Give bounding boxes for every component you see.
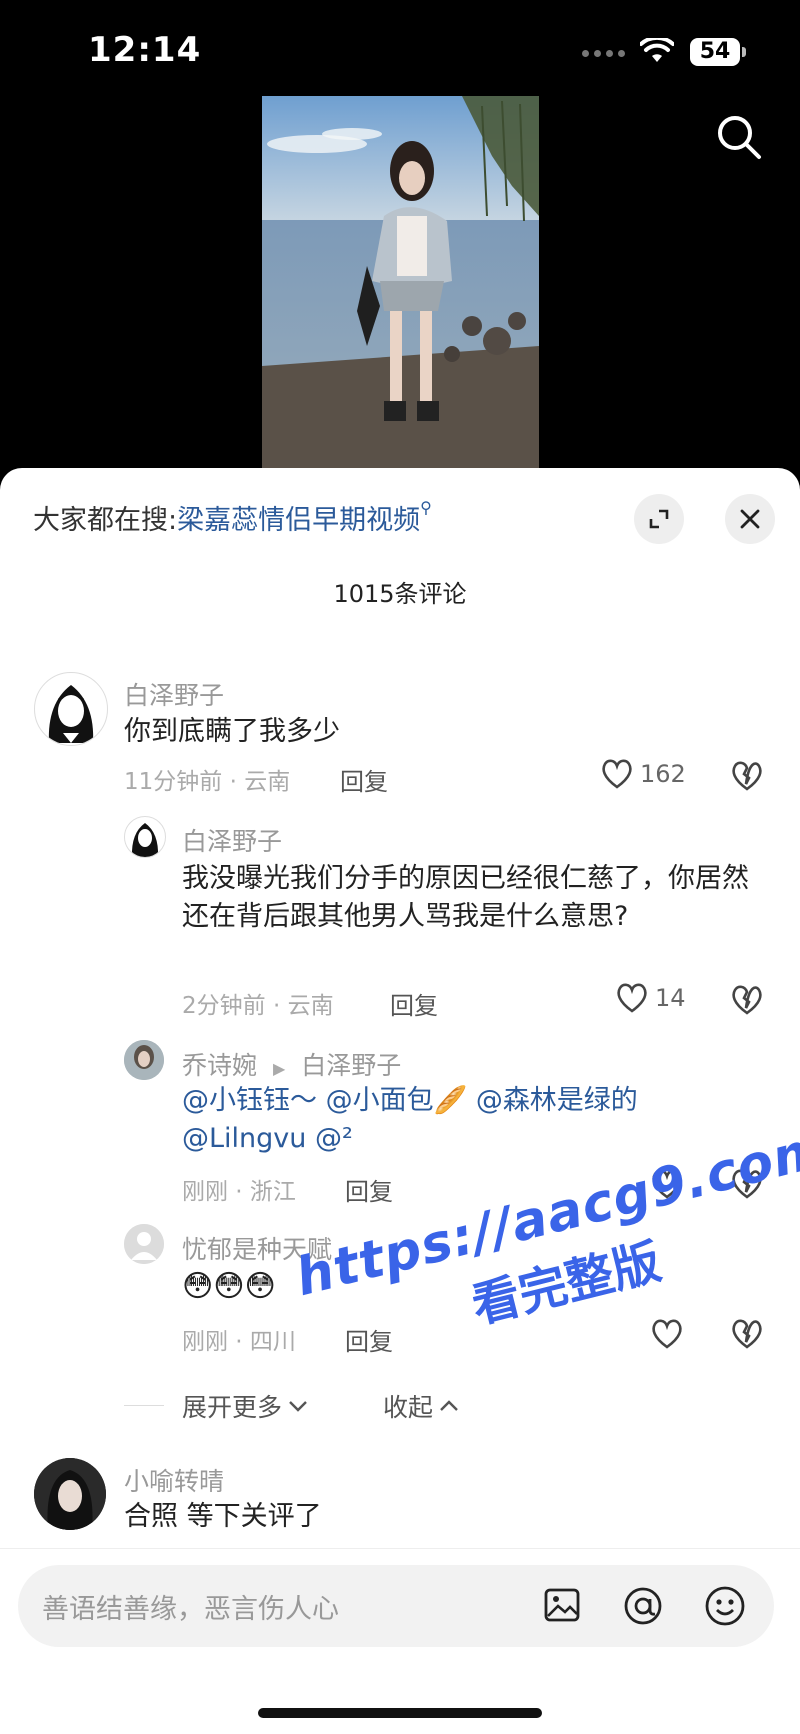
close-button[interactable]	[725, 494, 775, 544]
small-search-icon: ⚲	[420, 498, 432, 517]
expand-more-button[interactable]: 展开更多	[182, 1388, 308, 1424]
mention-link[interactable]: @小面包🥖	[326, 1085, 468, 1116]
comment-sheet: 大家都在搜:梁嘉蕊情侣早期视频⚲ 1015条评论 白泽野子 你到底瞒了我多少 1…	[0, 468, 800, 1733]
mention-link[interactable]: @小钰钰～	[182, 1085, 317, 1116]
avatar[interactable]	[124, 816, 166, 858]
emoji-icon[interactable]	[704, 1585, 746, 1627]
fullscreen-icon	[649, 509, 669, 529]
heart-icon	[617, 983, 647, 1013]
mention-icon[interactable]	[622, 1585, 664, 1627]
expand-button[interactable]	[634, 494, 684, 544]
comment-text: 我没曝光我们分手的原因已经很仁慈了，你居然还在背后跟其他男人骂我是什么意思?	[182, 863, 749, 932]
anime-avatar-image	[131, 823, 159, 857]
comment-username-row: 乔诗婉 ▶ 白泽野子	[182, 1046, 401, 1082]
default-avatar-icon	[124, 1224, 164, 1264]
avatar[interactable]	[124, 1224, 164, 1264]
photo-avatar-image	[124, 1040, 164, 1080]
status-bar: 12:14 54	[0, 0, 800, 100]
avatar[interactable]	[124, 1040, 164, 1080]
comment-input-placeholder: 善语结善缘，恶言伤人心	[42, 1594, 339, 1625]
video-player[interactable]	[262, 96, 539, 468]
reply-arrow-icon: ▶	[272, 1059, 286, 1078]
photo-avatar-image	[34, 1458, 106, 1530]
reply-button[interactable]: 回复	[390, 986, 438, 1021]
reply-button[interactable]: 回复	[345, 1172, 393, 1207]
mention-link[interactable]: @²	[315, 1123, 353, 1154]
like-count: 162	[640, 760, 686, 788]
image-icon[interactable]	[542, 1585, 582, 1625]
like-button[interactable]: 162	[600, 758, 686, 790]
collapse-button[interactable]: 收起	[383, 1388, 459, 1424]
anime-avatar-image	[48, 685, 94, 743]
heart-icon[interactable]	[650, 1168, 684, 1200]
video-frame	[262, 96, 539, 468]
trending-keyword[interactable]: 梁嘉蕊情侣早期视频	[177, 505, 420, 536]
comment-meta: 刚刚 · 四川	[182, 1329, 296, 1355]
reply-button[interactable]: 回复	[340, 762, 388, 797]
comment-username[interactable]: 小喻转晴	[124, 1462, 224, 1498]
expand-more-label: 展开更多	[182, 1393, 283, 1422]
reply-button[interactable]: 回复	[345, 1322, 393, 1357]
reply-target-username[interactable]: 白泽野子	[301, 1051, 401, 1080]
comment-text: @小钰钰～ @小面包🥖 @森林是绿的 @Lilngvu @²	[182, 1082, 762, 1158]
chevron-up-icon	[440, 1400, 458, 1411]
close-icon	[740, 509, 760, 529]
battery-icon: 54	[690, 38, 746, 66]
comment-text: 😳😳😳	[182, 1269, 276, 1304]
trending-prefix: 大家都在搜:	[33, 505, 178, 536]
home-indicator	[258, 1708, 542, 1718]
divider	[124, 1405, 164, 1406]
trending-search[interactable]: 大家都在搜:梁嘉蕊情侣早期视频⚲	[33, 498, 432, 537]
mention-link[interactable]: @森林是绿的	[476, 1085, 638, 1116]
collapse-label: 收起	[383, 1393, 434, 1422]
comment-username[interactable]: 白泽野子	[124, 676, 224, 712]
comment-meta: 11分钟前 · 云南	[124, 769, 291, 795]
comment-username[interactable]: 忧郁是种天赋	[182, 1230, 332, 1266]
comment-text: 合照 等下关评了	[124, 1501, 322, 1532]
wifi-icon	[640, 38, 674, 62]
dislike-icon[interactable]	[730, 984, 764, 1016]
search-icon[interactable]	[716, 114, 762, 160]
comment-username[interactable]: 乔诗婉	[182, 1051, 257, 1080]
signal-icon	[582, 50, 625, 57]
dislike-icon[interactable]	[730, 760, 764, 792]
heart-icon	[602, 759, 632, 789]
like-button[interactable]: 14	[615, 982, 686, 1014]
comment-meta: 2分钟前 · 云南	[182, 993, 334, 1019]
dislike-icon[interactable]	[730, 1318, 764, 1350]
comment-input[interactable]: 善语结善缘，恶言伤人心	[18, 1565, 774, 1647]
avatar[interactable]	[34, 672, 108, 746]
avatar[interactable]	[34, 1458, 106, 1530]
comment-meta: 刚刚 · 浙江	[182, 1179, 296, 1205]
like-count: 14	[655, 984, 686, 1012]
mention-link[interactable]: @Lilngvu	[182, 1123, 306, 1154]
comment-count: 1015条评论	[333, 580, 467, 608]
comment-text: 你到底瞒了我多少	[124, 716, 340, 747]
comment-username[interactable]: 白泽野子	[182, 822, 282, 858]
chevron-down-icon	[289, 1401, 307, 1412]
status-time: 12:14	[88, 30, 202, 70]
heart-icon[interactable]	[650, 1318, 684, 1350]
dislike-icon[interactable]	[730, 1168, 764, 1200]
